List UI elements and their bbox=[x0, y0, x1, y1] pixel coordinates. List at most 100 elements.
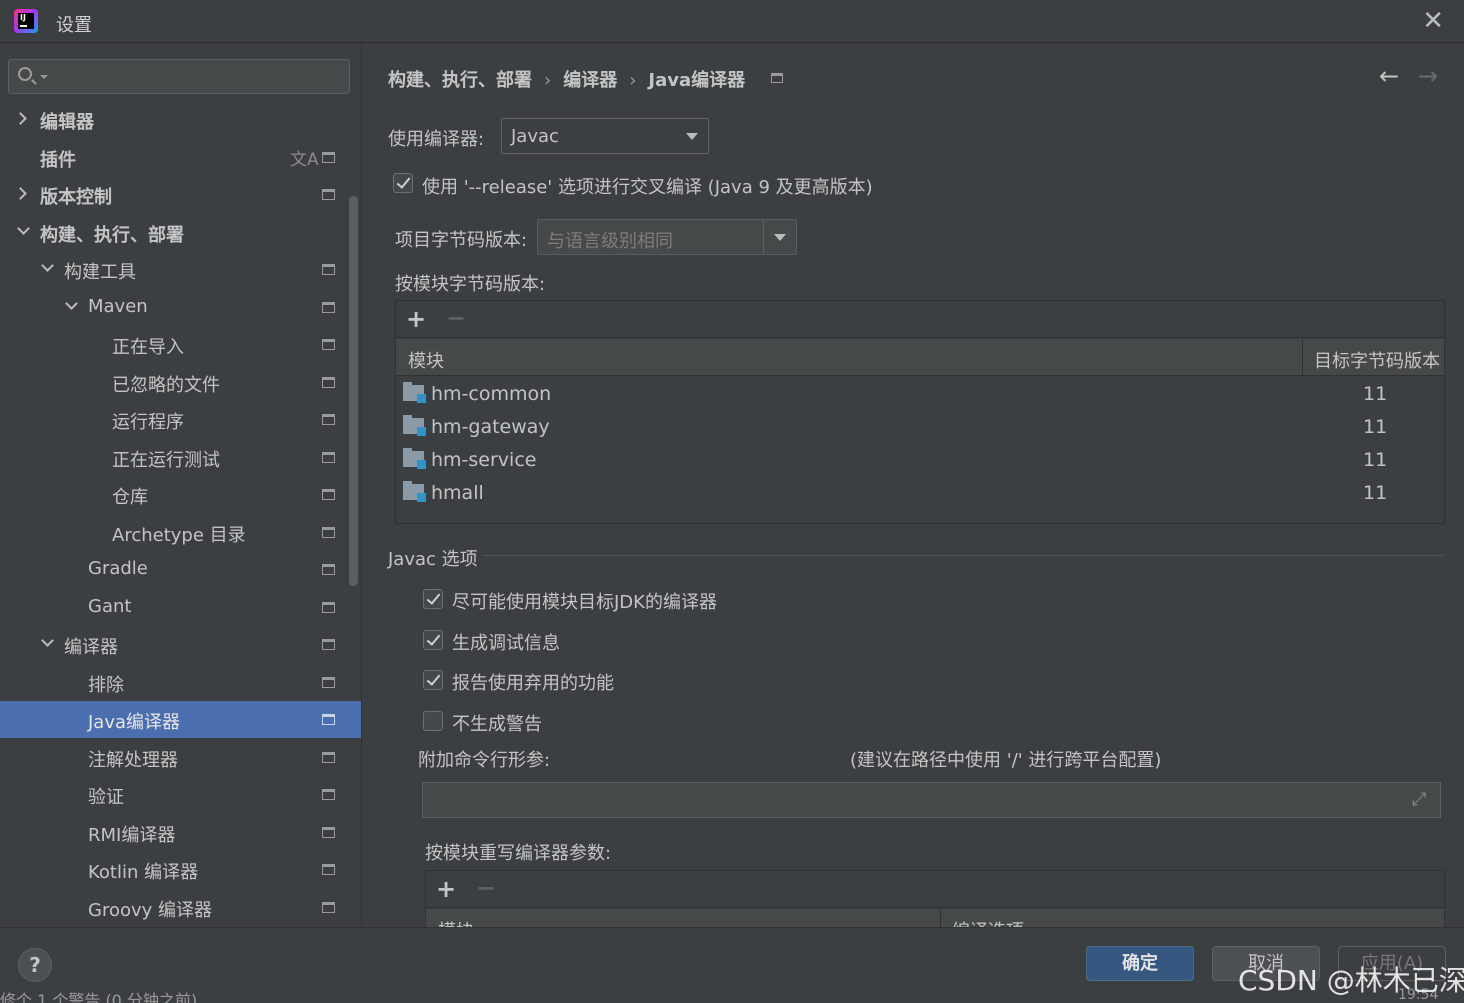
sidebar-item-build-tools[interactable]: 构建工具 bbox=[0, 251, 361, 288]
project-scope-icon bbox=[322, 452, 335, 463]
generate-debug-info-checkbox[interactable] bbox=[423, 630, 443, 650]
column-header-target-version[interactable]: 目标字节码版本 bbox=[1314, 347, 1440, 373]
sidebar-item-label: 运行程序 bbox=[112, 412, 184, 433]
report-deprecated-checkbox[interactable] bbox=[423, 670, 443, 690]
module-version[interactable]: 11 bbox=[1363, 383, 1387, 405]
add-icon[interactable]: + bbox=[436, 875, 456, 903]
chevron-right-icon[interactable] bbox=[14, 187, 27, 200]
no-warnings-checkbox[interactable] bbox=[423, 711, 443, 731]
sidebar-item-running-tests[interactable]: 正在运行测试 bbox=[0, 439, 361, 476]
chevron-down-icon bbox=[774, 234, 786, 241]
module-name: hm-gateway bbox=[431, 416, 550, 438]
sidebar-item-archetype-catalogs[interactable]: Archetype 目录 bbox=[0, 514, 361, 551]
chevron-right-icon[interactable] bbox=[14, 112, 27, 125]
cmdline-params-label: 附加命令行形参: bbox=[418, 750, 551, 771]
settings-content: 构建、执行、部署 › 编译器 › Java编译器 ← → 使用编译器: Javac 使用… bbox=[363, 44, 1464, 927]
breadcrumb-item[interactable]: 构建、执行、部署 bbox=[388, 70, 532, 91]
sidebar-item-label: 版本控制 bbox=[40, 187, 112, 208]
sidebar-item-label: Gradle bbox=[88, 558, 148, 579]
project-scope-icon bbox=[322, 189, 335, 200]
sidebar-item-groovy-compiler[interactable]: Groovy 编译器 bbox=[0, 889, 361, 926]
use-module-target-jdk-checkbox[interactable] bbox=[423, 589, 443, 609]
remove-icon[interactable]: − bbox=[446, 304, 466, 332]
project-scope-icon bbox=[322, 864, 335, 875]
module-name: hm-service bbox=[431, 449, 537, 471]
sidebar-item-build-execution-deployment[interactable]: 构建、执行、部署 bbox=[0, 214, 361, 251]
sidebar-item-label: 构建工具 bbox=[64, 262, 136, 283]
breadcrumb-item: Java编译器 bbox=[648, 70, 746, 91]
sidebar-item-validation[interactable]: 验证 bbox=[0, 776, 361, 813]
remove-icon[interactable]: − bbox=[476, 874, 496, 902]
sidebar-item-java-compiler[interactable]: Java编译器 bbox=[0, 701, 361, 738]
sidebar-item-compiler[interactable]: 编译器 bbox=[0, 626, 361, 663]
sidebar-item-importing[interactable]: 正在导入 bbox=[0, 326, 361, 363]
project-scope-icon bbox=[322, 752, 335, 763]
search-input[interactable] bbox=[8, 59, 350, 94]
table-row[interactable]: hm-common 11 bbox=[396, 378, 1444, 411]
chevron-down-icon[interactable] bbox=[65, 297, 78, 310]
chevron-down-icon[interactable] bbox=[41, 634, 54, 647]
table-row[interactable]: hmall 11 bbox=[396, 477, 1444, 510]
module-name: hmall bbox=[431, 482, 484, 504]
column-header-module[interactable]: 模块 bbox=[438, 917, 474, 927]
cmdline-params-hint: (建议在路径中使用 '/' 进行跨平台配置) bbox=[850, 750, 1162, 771]
breadcrumb-item[interactable]: 编译器 bbox=[563, 70, 617, 91]
sidebar-item-gradle[interactable]: Gradle bbox=[0, 551, 361, 588]
sidebar-item-plugins[interactable]: 插件 文A bbox=[0, 139, 361, 176]
add-icon[interactable]: + bbox=[406, 305, 426, 333]
module-version[interactable]: 11 bbox=[1363, 449, 1387, 471]
sidebar-item-label: Maven bbox=[88, 296, 148, 317]
column-header-module[interactable]: 模块 bbox=[408, 347, 444, 373]
chevron-down-icon[interactable] bbox=[41, 259, 54, 272]
sidebar-item-runner[interactable]: 运行程序 bbox=[0, 401, 361, 438]
project-scope-icon bbox=[771, 73, 783, 83]
chevron-down-icon[interactable] bbox=[40, 75, 48, 79]
column-divider[interactable] bbox=[1302, 339, 1303, 376]
table-row[interactable]: hm-gateway 11 bbox=[396, 411, 1444, 444]
translate-icon: 文A bbox=[290, 150, 319, 170]
module-version[interactable]: 11 bbox=[1363, 482, 1387, 504]
sidebar-item-label: Java编译器 bbox=[88, 712, 181, 733]
release-option-checkbox[interactable] bbox=[393, 173, 413, 193]
module-version[interactable]: 11 bbox=[1363, 416, 1387, 438]
table-row[interactable]: hm-service 11 bbox=[396, 444, 1444, 477]
project-scope-icon bbox=[322, 639, 335, 650]
sidebar-item-label: 编辑器 bbox=[40, 112, 94, 133]
table-header: 模块 编译选项 bbox=[426, 909, 1444, 927]
breadcrumb: 构建、执行、部署 › 编译器 › Java编译器 bbox=[388, 66, 745, 92]
sidebar-item-annotation-processors[interactable]: 注解处理器 bbox=[0, 739, 361, 776]
report-deprecated-label: 报告使用弃用的功能 bbox=[452, 673, 614, 694]
project-scope-icon bbox=[322, 152, 335, 163]
sidebar-item-version-control[interactable]: 版本控制 bbox=[0, 176, 361, 213]
sidebar-item-label: 验证 bbox=[88, 787, 124, 808]
chevron-down-icon[interactable] bbox=[17, 222, 30, 235]
sidebar-scrollbar[interactable] bbox=[349, 196, 358, 586]
sidebar-item-repositories[interactable]: 仓库 bbox=[0, 476, 361, 513]
sidebar-item-excludes[interactable]: 排除 bbox=[0, 664, 361, 701]
sidebar-item-label: Gant bbox=[88, 596, 132, 617]
compiler-select[interactable]: Javac bbox=[501, 118, 709, 154]
bytecode-version-select[interactable]: 与语言级别相同 bbox=[537, 219, 797, 255]
bytecode-version-dropdown[interactable] bbox=[763, 220, 796, 254]
ok-button[interactable]: 确定 bbox=[1086, 946, 1194, 981]
sidebar-item-label: Archetype 目录 bbox=[112, 525, 246, 546]
help-button[interactable]: ? bbox=[18, 948, 52, 982]
column-divider[interactable] bbox=[940, 909, 941, 927]
sidebar-item-kotlin-compiler[interactable]: Kotlin 编译器 bbox=[0, 851, 361, 888]
table-toolbar: + − bbox=[396, 301, 1444, 338]
expand-icon[interactable] bbox=[1412, 789, 1430, 810]
sidebar-item-maven[interactable]: Maven bbox=[0, 289, 361, 326]
forward-arrow-icon[interactable]: → bbox=[1418, 62, 1438, 90]
sidebar-item-label: 注解处理器 bbox=[88, 750, 178, 771]
sidebar-item-gant[interactable]: Gant bbox=[0, 589, 361, 626]
back-arrow-icon[interactable]: ← bbox=[1379, 62, 1399, 90]
sidebar-item-label: Kotlin 编译器 bbox=[88, 862, 199, 883]
override-params-label: 按模块重写编译器参数: bbox=[425, 843, 612, 864]
sidebar-item-ignored-files[interactable]: 已忽略的文件 bbox=[0, 364, 361, 401]
sidebar-item-rmi-compiler[interactable]: RMI编译器 bbox=[0, 814, 361, 851]
close-icon[interactable]: ✕ bbox=[1422, 8, 1444, 34]
sidebar-item-editor[interactable]: 编辑器 bbox=[0, 101, 361, 138]
cmdline-params-input[interactable] bbox=[422, 782, 1441, 818]
sidebar-item-label: 正在运行测试 bbox=[112, 450, 220, 471]
column-header-options[interactable]: 编译选项 bbox=[952, 917, 1024, 927]
